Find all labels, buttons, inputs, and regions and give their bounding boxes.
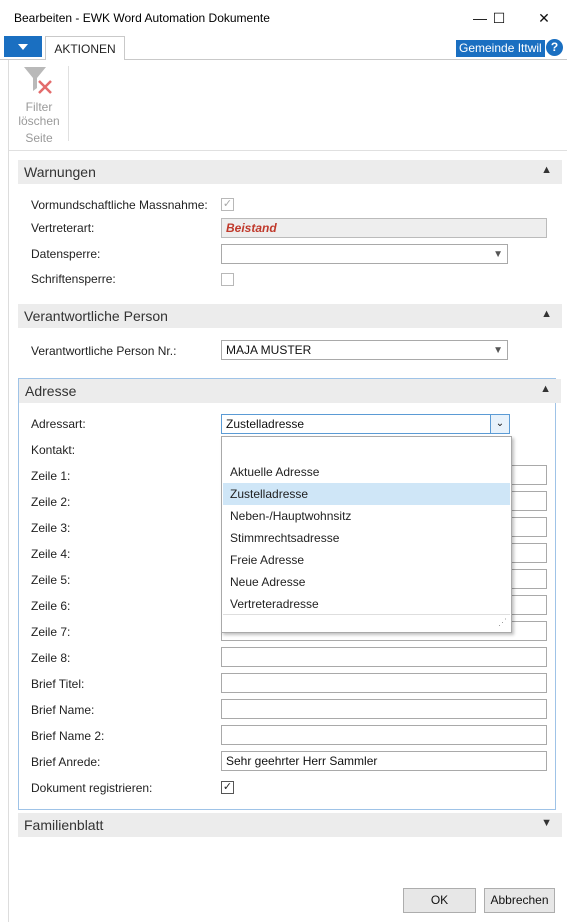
section-title: Verantwortliche Person bbox=[24, 308, 168, 324]
section-title: Adresse bbox=[25, 383, 77, 399]
dropdown-option[interactable]: Freie Adresse bbox=[223, 549, 510, 571]
vormund-label: Vormundschaftliche Massnahme: bbox=[31, 198, 208, 212]
section-header-familienblatt[interactable]: Familienblatt ▼ bbox=[18, 813, 562, 837]
brief-anrede-label: Brief Anrede: bbox=[31, 755, 101, 769]
dropdown-option[interactable]: Neben-/Hauptwohnsitz bbox=[223, 505, 510, 527]
resize-grip-icon[interactable]: ⋰ bbox=[498, 617, 507, 628]
section-header-warnungen[interactable]: Warnungen ▲ bbox=[18, 160, 562, 184]
close-icon: ✕ bbox=[538, 9, 550, 26]
section-header-verantwortliche-person[interactable]: Verantwortliche Person ▲ bbox=[18, 304, 562, 328]
section-title: Familienblatt bbox=[24, 817, 104, 833]
adressart-select[interactable]: Zustelladresse ⌄ bbox=[221, 414, 510, 434]
filter-clear-label-line1: Filter bbox=[25, 100, 53, 114]
background-window-edge bbox=[0, 60, 9, 922]
brief-name2-input[interactable] bbox=[221, 725, 547, 745]
vertreterart-field: Beistand bbox=[221, 218, 547, 238]
brief-titel-label: Brief Titel: bbox=[31, 677, 85, 691]
chevron-up-icon: ▲ bbox=[541, 164, 552, 176]
cancel-button[interactable]: Abbrechen bbox=[484, 888, 555, 913]
schriftensperre-checkbox bbox=[221, 273, 234, 286]
dropdown-option[interactable]: Vertreteradresse bbox=[223, 593, 510, 615]
maximize-button[interactable]: ☐ bbox=[479, 4, 519, 32]
chevron-down-icon bbox=[18, 43, 28, 50]
datensperre-label: Datensperre: bbox=[31, 247, 101, 261]
kontakt-label: Kontakt: bbox=[31, 443, 76, 457]
adressart-value: Zustelladresse bbox=[226, 417, 305, 431]
dokument-registrieren-checkbox[interactable]: ✓ bbox=[221, 781, 234, 794]
brief-name2-label: Brief Name 2: bbox=[31, 729, 105, 743]
dropdown-option-selected[interactable]: Zustelladresse bbox=[223, 483, 510, 505]
chevron-up-icon: ▲ bbox=[540, 383, 551, 395]
chevron-down-icon: ▼ bbox=[493, 345, 503, 356]
dropdown-option[interactable]: Aktuelle Adresse bbox=[223, 461, 510, 483]
dropdown-option[interactable]: Neue Adresse bbox=[223, 571, 510, 593]
schriftensperre-label: Schriftensperre: bbox=[31, 272, 116, 286]
dropdown-option[interactable]: Stimmrechtsadresse bbox=[223, 527, 510, 549]
zeile3-label: Zeile 3: bbox=[31, 521, 71, 535]
verantwortliche-person-nr-select[interactable]: MAJA MUSTER ▼ bbox=[221, 340, 508, 360]
zeile8-label: Zeile 8: bbox=[31, 651, 71, 665]
ok-button[interactable]: OK bbox=[403, 888, 476, 913]
chevron-up-icon: ▲ bbox=[541, 308, 552, 320]
section-header-adresse[interactable]: Adresse ▲ bbox=[19, 379, 561, 403]
close-button[interactable]: ✕ bbox=[524, 4, 564, 32]
zeile5-label: Zeile 5: bbox=[31, 573, 71, 587]
window-title: Bearbeiten - EWK Word Automation Dokumen… bbox=[14, 11, 270, 25]
adressart-label: Adressart: bbox=[31, 417, 86, 431]
vertreterart-label: Vertreterart: bbox=[31, 221, 95, 235]
help-icon[interactable]: ? bbox=[546, 39, 563, 56]
dokument-registrieren-label: Dokument registrieren: bbox=[31, 781, 153, 795]
tab-aktionen[interactable]: AKTIONEN bbox=[45, 36, 125, 61]
chevron-down-icon[interactable]: ⌄ bbox=[490, 415, 509, 433]
zeile4-label: Zeile 4: bbox=[31, 547, 71, 561]
dropdown-footer: ⋰ bbox=[223, 614, 510, 633]
ribbon-group-separator bbox=[68, 66, 69, 141]
zeile8-input[interactable] bbox=[221, 647, 547, 667]
chevron-down-icon: ▼ bbox=[541, 817, 552, 829]
zeile1-label: Zeile 1: bbox=[31, 469, 71, 483]
brief-name-label: Brief Name: bbox=[31, 703, 95, 717]
filter-clear-button[interactable]: Filter löschen bbox=[14, 100, 64, 128]
zeile7-label: Zeile 7: bbox=[31, 625, 71, 639]
company-badge[interactable]: Gemeinde Ittwil bbox=[456, 40, 545, 57]
filter-clear-label-line2: löschen bbox=[18, 114, 60, 128]
verantwortliche-person-nr-value: MAJA MUSTER bbox=[226, 343, 312, 357]
datensperre-select[interactable]: ▼ bbox=[221, 244, 508, 264]
zeile2-label: Zeile 2: bbox=[31, 495, 71, 509]
adressart-dropdown-list[interactable]: Aktuelle Adresse Zustelladresse Neben-/H… bbox=[221, 436, 512, 633]
application-menu-button[interactable] bbox=[4, 36, 42, 57]
ribbon-group-label: Seite bbox=[25, 131, 53, 145]
brief-titel-input[interactable] bbox=[221, 673, 547, 693]
ribbon-panel bbox=[0, 60, 567, 151]
filter-clear-icon[interactable] bbox=[22, 64, 56, 98]
vormund-checkbox: ✓ bbox=[221, 198, 234, 211]
section-title: Warnungen bbox=[24, 164, 96, 180]
chevron-down-icon: ▼ bbox=[493, 249, 503, 260]
zeile6-label: Zeile 6: bbox=[31, 599, 71, 613]
verantwortliche-person-nr-label: Verantwortliche Person Nr.: bbox=[31, 344, 177, 358]
brief-name-input[interactable] bbox=[221, 699, 547, 719]
maximize-icon: ☐ bbox=[492, 9, 506, 26]
brief-anrede-input[interactable]: Sehr geehrter Herr Sammler bbox=[221, 751, 547, 771]
